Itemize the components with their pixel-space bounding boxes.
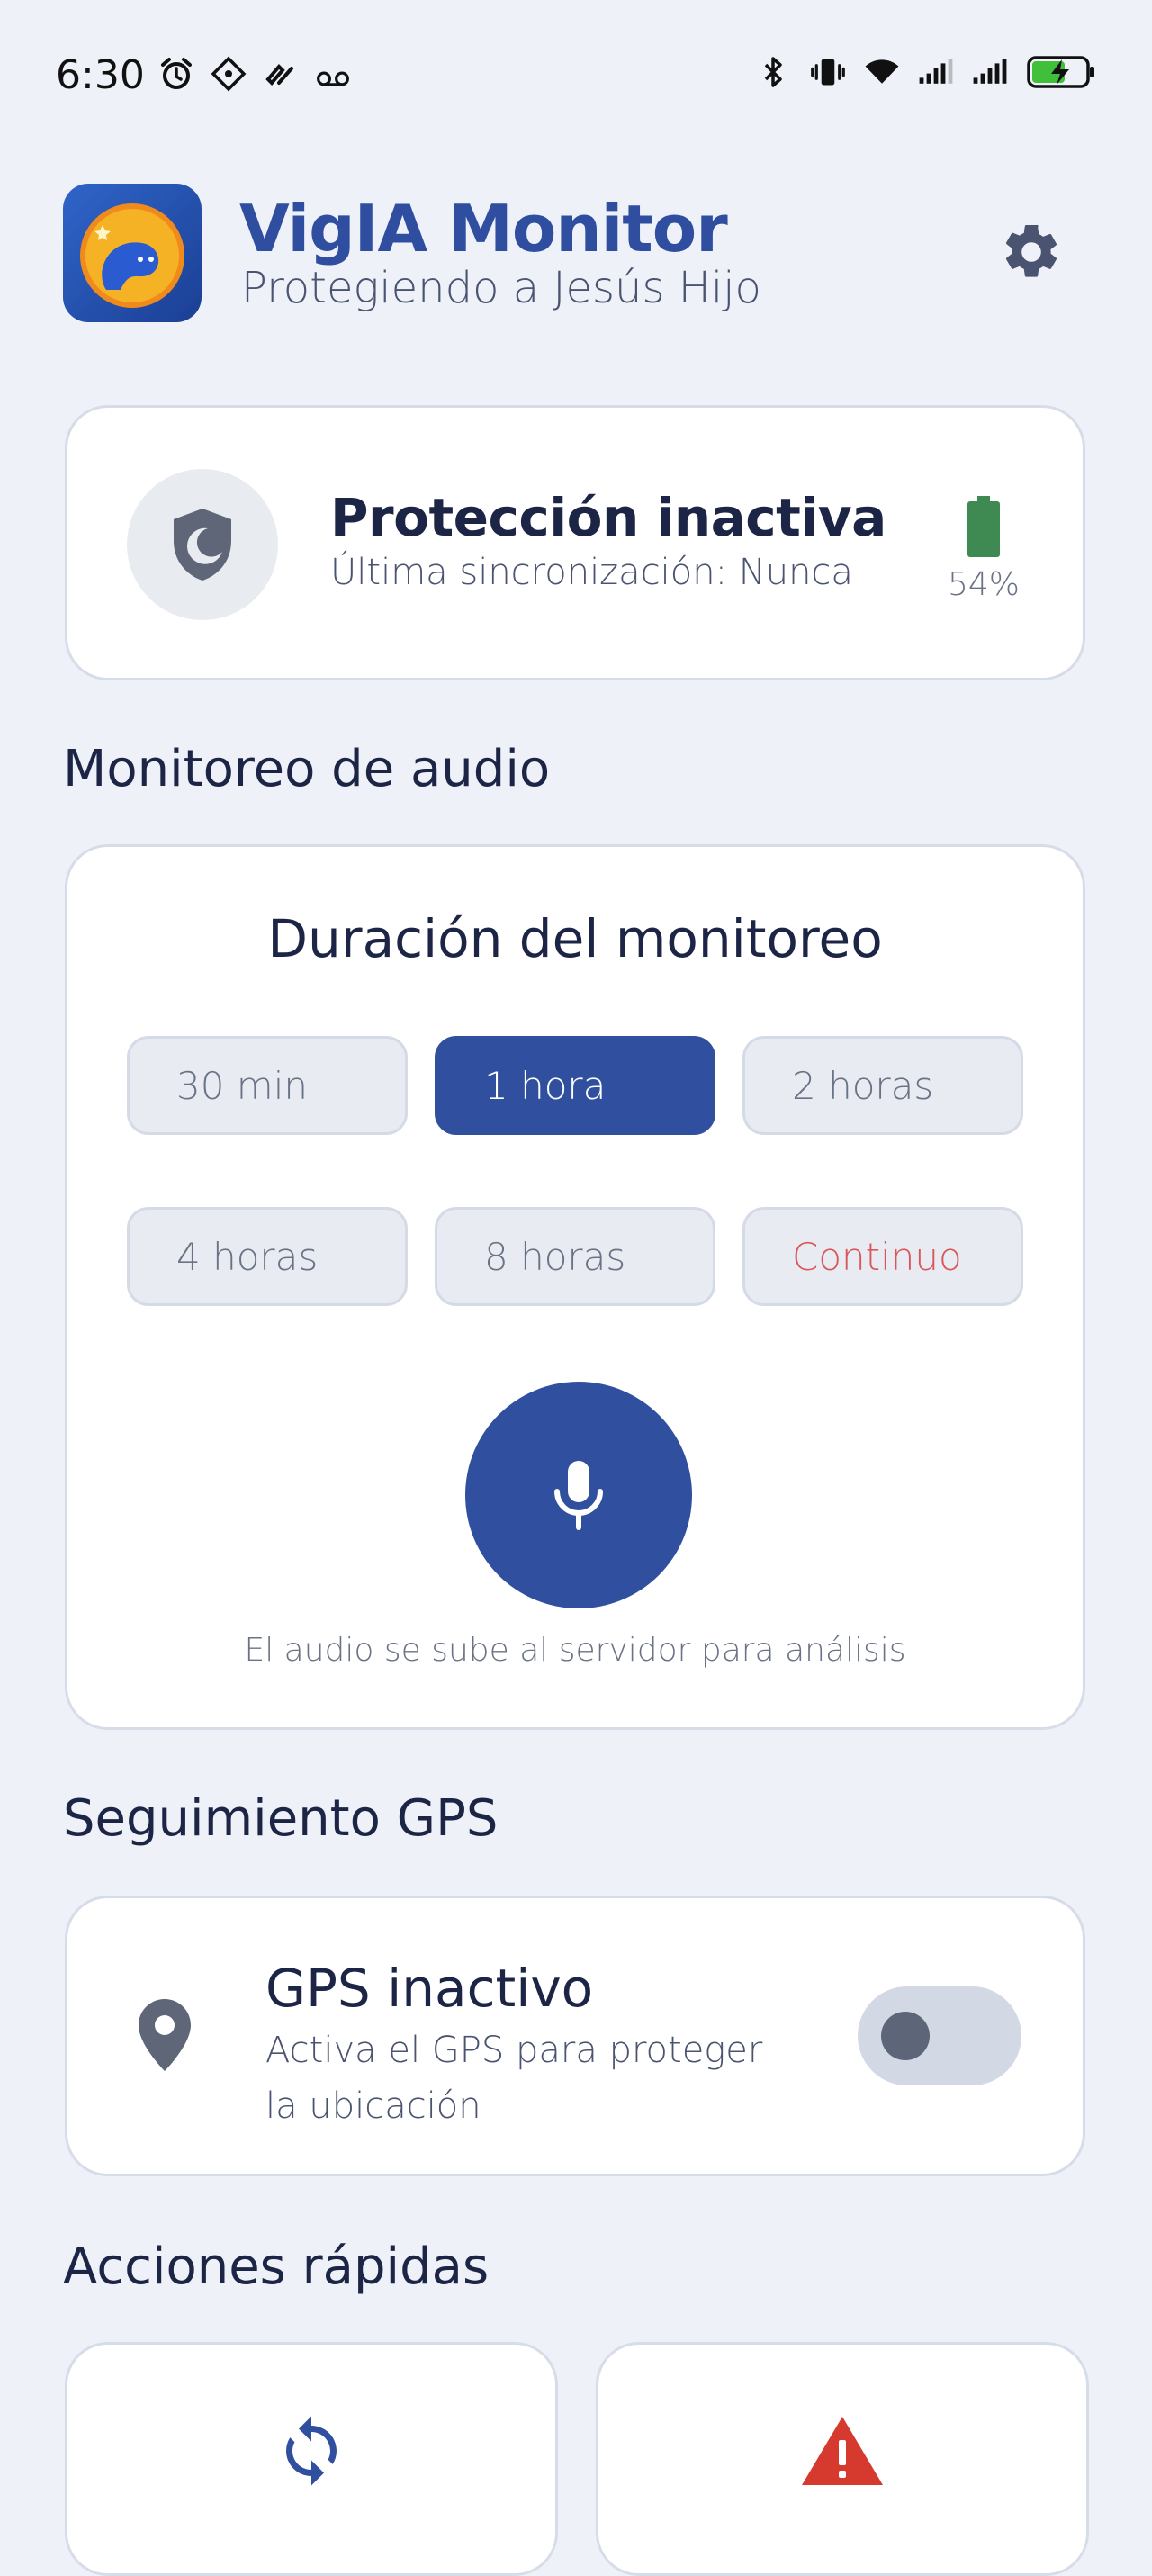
- battery-icon: [968, 496, 1000, 557]
- refresh-icon: [68, 2413, 555, 2489]
- microphone-icon: [554, 1461, 603, 1530]
- quick-actions-title: Acciones rápidas: [63, 2238, 490, 2296]
- shield-moon-icon: [174, 509, 231, 581]
- vibrate-icon: [810, 54, 846, 90]
- gps-section-title: Seguimiento GPS: [63, 1789, 499, 1848]
- gear-icon: [1005, 224, 1058, 277]
- gps-description: Activa el GPS para proteger la ubicación: [266, 2030, 763, 2127]
- duration-1h-button[interactable]: 1 hora: [435, 1036, 716, 1135]
- device-battery: 54%: [948, 496, 1020, 603]
- gps-status: GPS inactivo: [266, 1958, 594, 2019]
- audio-monitor-card: Duración del monitoreo 30 min 1 hora 2 h…: [65, 844, 1085, 1730]
- protection-status: Protección inactiva: [330, 487, 886, 548]
- status-right-icons: [756, 54, 1098, 90]
- battery-percentage: 54%: [948, 566, 1021, 603]
- battery-charging-icon: [1026, 54, 1098, 90]
- duration-8h-button[interactable]: 8 horas: [435, 1207, 716, 1306]
- app-header: VigIA Monitor Protegiendo a Jesús Hijo: [63, 184, 1089, 324]
- app-notification-icon: [211, 56, 247, 92]
- location-pin-icon: [136, 1997, 208, 2084]
- status-left-icons: [158, 56, 351, 92]
- audio-section-title: Monitoreo de audio: [63, 740, 551, 798]
- duration-4h-button[interactable]: 4 horas: [127, 1207, 408, 1306]
- duration-2h-button[interactable]: 2 horas: [742, 1036, 1023, 1135]
- quick-action-alert[interactable]: [596, 2342, 1089, 2576]
- gps-toggle[interactable]: [858, 1986, 1022, 2085]
- signal-icon: [972, 54, 1008, 90]
- audio-upload-note: El audio se sube al servidor para anális…: [244, 1632, 906, 1669]
- wifi-icon: [864, 54, 900, 90]
- duration-continuous-button[interactable]: Continuo: [742, 1207, 1023, 1306]
- gps-card: GPS inactivo Activa el GPS para proteger…: [65, 1896, 1085, 2176]
- signal-icon: [918, 54, 954, 90]
- gps-toggle-knob: [881, 2012, 930, 2060]
- duration-30min-button[interactable]: 30 min: [127, 1036, 408, 1135]
- protection-status-card: Protección inactiva Última sincronizació…: [65, 405, 1085, 680]
- settings-button[interactable]: [995, 216, 1067, 288]
- voicemail-icon: [315, 56, 351, 92]
- app-subtitle: Protegiendo a Jesús Hijo: [241, 263, 761, 313]
- gesture-icon: [263, 56, 299, 92]
- status-bar: 6:30: [0, 0, 1152, 153]
- quick-action-refresh[interactable]: [65, 2342, 558, 2576]
- app-title: VigIA Monitor: [239, 191, 728, 266]
- shield-badge: [127, 469, 278, 620]
- last-sync-text: Última sincronización: Nunca: [330, 552, 853, 593]
- alarm-icon: [158, 56, 194, 92]
- status-time: 6:30: [56, 52, 145, 98]
- duration-title: Duración del monitoreo: [267, 908, 883, 969]
- app-logo: [63, 184, 202, 322]
- bluetooth-icon: [756, 54, 792, 90]
- record-audio-button[interactable]: [465, 1382, 692, 1608]
- alert-icon: [598, 2413, 1086, 2489]
